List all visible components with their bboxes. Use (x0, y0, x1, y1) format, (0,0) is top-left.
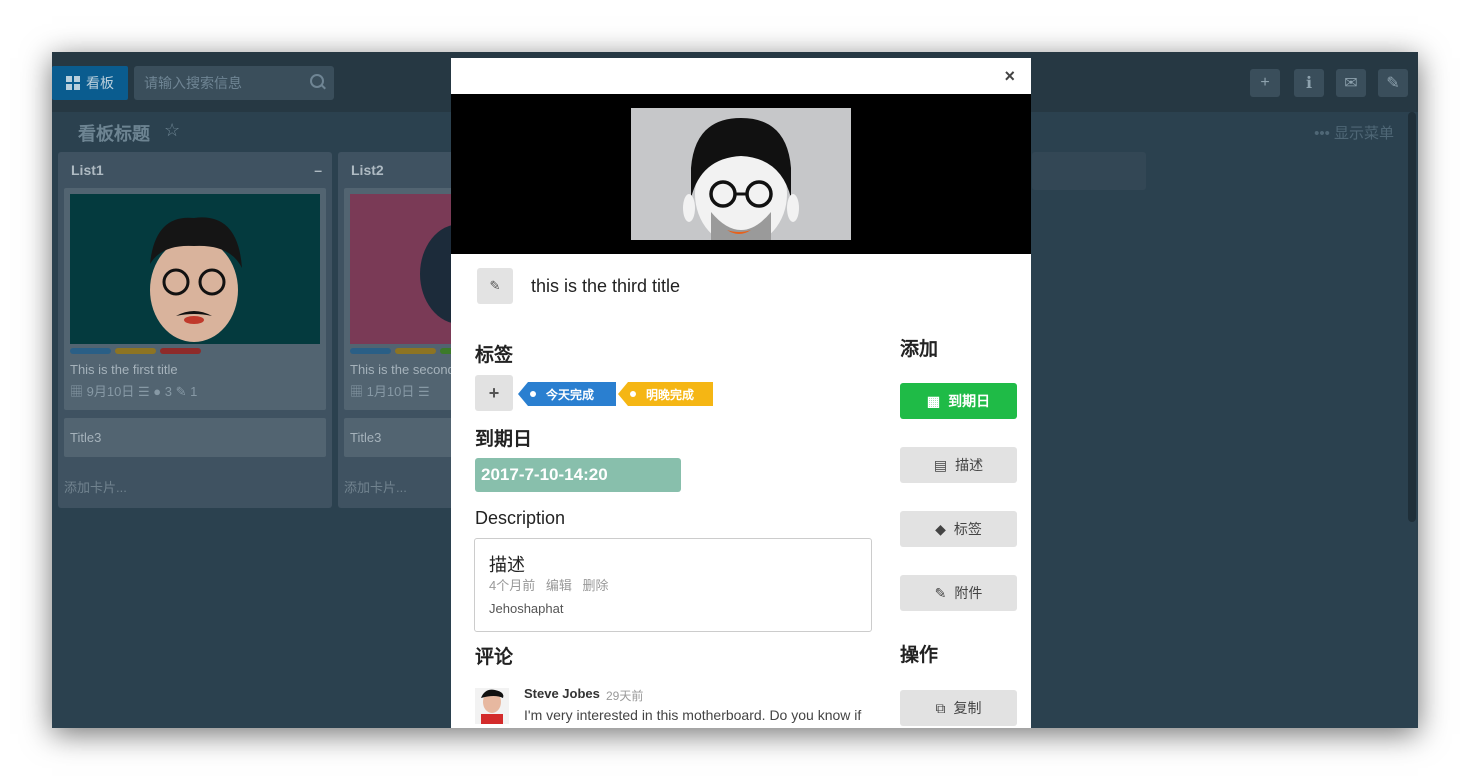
search-input[interactable]: 请输入搜索信息 (134, 66, 334, 100)
modal-cover (451, 94, 1031, 254)
paperclip-icon: ✎ (934, 584, 947, 601)
add-card-link[interactable]: 添加卡片... (58, 465, 332, 508)
due-date-button[interactable]: ▦ 到期日 (900, 383, 1017, 419)
card-due: 9月10日 (86, 384, 135, 399)
actions-heading: 操作 (900, 645, 939, 666)
tags-button[interactable]: ◆ 标签 (900, 511, 1017, 547)
list-column: List1 – This is the first title ▦ 9月10日 … (58, 152, 332, 508)
list-title[interactable]: List2 (351, 162, 384, 178)
labels-heading: 标签 (475, 345, 514, 366)
tag-icon: ◆ (935, 520, 946, 537)
comment-count: 3 (164, 384, 172, 399)
list-column (1032, 152, 1146, 190)
description-box-title: 描述 (489, 555, 525, 575)
due-date-button-label: 到期日 (948, 393, 991, 409)
tag-dot (630, 391, 636, 397)
collapse-button[interactable]: – (314, 162, 322, 178)
card-title: This is the first title (70, 362, 178, 377)
description-heading: Description (475, 508, 566, 528)
board-icon (66, 76, 80, 90)
plus-icon[interactable]: + (1250, 69, 1280, 97)
cover-image (631, 108, 851, 240)
info-icon[interactable]: ℹ (1294, 69, 1324, 97)
pencil-icon[interactable]: ✎ (1378, 69, 1408, 97)
comment-time: 29天前 (606, 689, 644, 703)
copy-button-label: 复制 (953, 700, 982, 716)
show-menu-link[interactable]: ••• 显示菜单 (1314, 122, 1394, 143)
description-box: 描述 4个月前 编辑 删除 Jehoshaphat (474, 538, 872, 632)
due-heading: 到期日 (475, 429, 533, 450)
file-icon: ▤ (933, 456, 948, 473)
description-body: Jehoshaphat (489, 601, 564, 616)
card-title: Title3 (70, 430, 102, 445)
list-title[interactable]: List1 (71, 162, 104, 178)
card-detail-modal: × ✎ this is the third title 标签 + 今天完成 明晚… (451, 58, 1031, 728)
mail-icon[interactable]: ✉ (1336, 69, 1366, 97)
edit-title-button[interactable]: ✎ (477, 268, 513, 304)
search-icon (310, 74, 324, 88)
description-time: 4个月前 (489, 578, 536, 593)
description-icon: ☰ (417, 384, 430, 399)
scrollbar[interactable] (1408, 112, 1416, 522)
label-tag[interactable]: 明晚完成 (618, 382, 713, 406)
card[interactable]: Title3 (64, 418, 326, 457)
calendar-icon: ▦ (70, 384, 84, 399)
comment-author: Steve Jobes (524, 686, 600, 701)
star-icon[interactable]: ☆ (164, 120, 180, 141)
delete-description-link[interactable]: 删除 (583, 578, 609, 593)
attach-button-label: 附件 (954, 585, 983, 601)
attach-button[interactable]: ✎ 附件 (900, 575, 1017, 611)
card-meta: ▦ 9月10日 ☰ ● 3 ✎ 1 (64, 379, 326, 410)
pencil-icon: ✎ (489, 278, 501, 293)
card-cover-image (70, 194, 320, 344)
card-due: 1月10日 (366, 384, 415, 399)
description-meta: 4个月前 编辑 删除 (489, 575, 616, 594)
comments-heading: 评论 (475, 647, 514, 668)
paperclip-icon: ✎ (175, 384, 187, 399)
label-text: 今天完成 (546, 387, 595, 402)
tag-dot (530, 391, 536, 397)
tags-button-label: 标签 (953, 521, 982, 537)
add-heading: 添加 (900, 339, 939, 360)
attachment-count: 1 (190, 384, 198, 399)
add-label-button[interactable]: + (475, 375, 513, 411)
modal-title[interactable]: this is the third title (531, 276, 680, 297)
board-button-label: 看板 (86, 75, 114, 91)
due-date-value[interactable]: 2017-7-10-14:20 (475, 458, 681, 492)
comment-text: I'm very interested in this motherboard.… (524, 707, 862, 728)
board-button[interactable]: 看板 (52, 66, 128, 100)
app-window: 看板 请输入搜索信息 + ℹ ✉ ✎ 看板标题 ☆ ••• 显示菜单 List1… (52, 52, 1418, 728)
avatar (475, 688, 509, 724)
edit-description-link[interactable]: 编辑 (546, 578, 572, 593)
comment-icon: ● (153, 384, 162, 399)
search-placeholder: 请输入搜索信息 (144, 75, 242, 91)
label-tag[interactable]: 今天完成 (518, 382, 616, 406)
label-text: 明晚完成 (646, 387, 695, 402)
calendar-icon: ▦ (350, 384, 364, 399)
copy-icon: ⧉ (935, 699, 946, 716)
copy-button[interactable]: ⧉ 复制 (900, 690, 1017, 726)
calendar-icon: ▦ (926, 392, 941, 409)
description-icon: ☰ (137, 384, 150, 399)
list-header: List1 – (58, 152, 332, 188)
close-icon[interactable]: × (1004, 66, 1015, 87)
card[interactable]: This is the first title ▦ 9月10日 ☰ ● 3 ✎ … (64, 188, 326, 410)
describe-button[interactable]: ▤ 描述 (900, 447, 1017, 483)
board-title[interactable]: 看板标题 (78, 120, 150, 146)
describe-button-label: 描述 (955, 457, 984, 473)
